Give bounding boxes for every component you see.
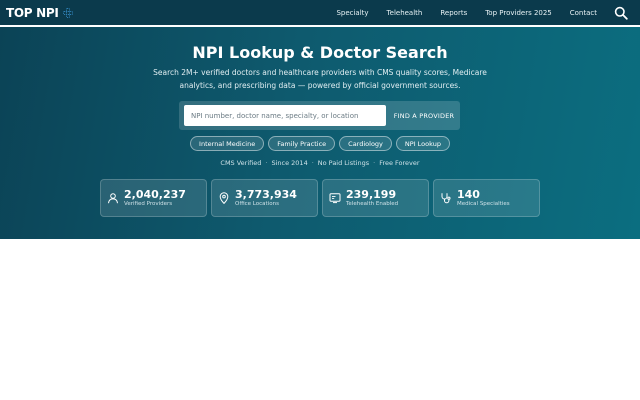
separator-dot: ·: [373, 159, 376, 167]
stat-label: Medical Specialties: [457, 201, 510, 207]
stat-label: Office Locations: [235, 201, 279, 207]
video-screen-icon: [329, 193, 341, 204]
page-title: NPI Lookup & Doctor Search: [192, 43, 448, 62]
stat-card-providers: 2,040,237 Verified Providers: [100, 179, 207, 217]
separator-dot: ·: [265, 159, 268, 167]
stethoscope-icon: [441, 193, 451, 204]
trust-item: Free Forever: [379, 159, 420, 167]
chip-npi-lookup[interactable]: NPI Lookup: [395, 136, 450, 151]
main-nav: Specialty Telehealth Reports Top Provide…: [336, 0, 640, 26]
logo-text: TOP NPI: [6, 6, 59, 20]
stat-label: Telehealth Enabled: [346, 201, 399, 207]
nav-specialty[interactable]: Specialty: [336, 9, 368, 17]
nav-reports[interactable]: Reports: [440, 9, 467, 17]
search-icon[interactable]: [614, 6, 628, 20]
trust-item: No Paid Listings: [317, 159, 370, 167]
logo[interactable]: TOP NPI: [6, 5, 73, 21]
stat-value: 2,040,237: [124, 188, 186, 201]
site-header: TOP NPI Specialty Telehealth Reports Top…: [0, 0, 640, 26]
stat-card-telehealth: 239,199 Telehealth Enabled: [322, 179, 429, 217]
medical-plus-icon: [62, 8, 73, 18]
search-input[interactable]: [184, 105, 386, 126]
hero-subtitle: Search 2M+ verified doctors and healthca…: [153, 68, 487, 90]
separator-dot: ·: [311, 159, 314, 167]
trust-item: CMS Verified: [220, 159, 262, 167]
stat-label: Verified Providers: [124, 201, 173, 207]
chip-internal-medicine[interactable]: Internal Medicine: [190, 136, 265, 151]
nav-telehealth[interactable]: Telehealth: [387, 9, 423, 17]
find-provider-button[interactable]: FIND A PROVIDER: [391, 105, 457, 126]
nav-contact[interactable]: Contact: [570, 9, 597, 17]
trust-line: CMS Verified · Since 2014 · No Paid Listings…: [0, 159, 640, 167]
stat-card-specialties: 140 Medical Specialties: [433, 179, 540, 217]
stat-value: 140: [457, 188, 480, 201]
chip-family-practice[interactable]: Family Practice: [268, 136, 336, 151]
stat-value: 3,773,934: [235, 188, 297, 201]
nav-top-providers[interactable]: Top Providers 2025: [485, 9, 552, 17]
quick-links: Internal Medicine Family Practice Cardio…: [0, 136, 640, 151]
chip-cardiology[interactable]: Cardiology: [339, 136, 392, 151]
trust-item: Since 2014: [271, 159, 308, 167]
stat-card-locations: 3,773,934 Office Locations: [211, 179, 318, 217]
search-bar: FIND A PROVIDER: [179, 101, 460, 130]
stat-value: 239,199: [346, 188, 397, 201]
user-icon: [108, 193, 118, 204]
hero-section: NPI Lookup & Doctor Search Search 2M+ ve…: [0, 27, 640, 239]
stats-row: 2,040,237 Verified Providers 3,773,934 O…: [100, 179, 541, 217]
location-pin-icon: [219, 192, 229, 204]
